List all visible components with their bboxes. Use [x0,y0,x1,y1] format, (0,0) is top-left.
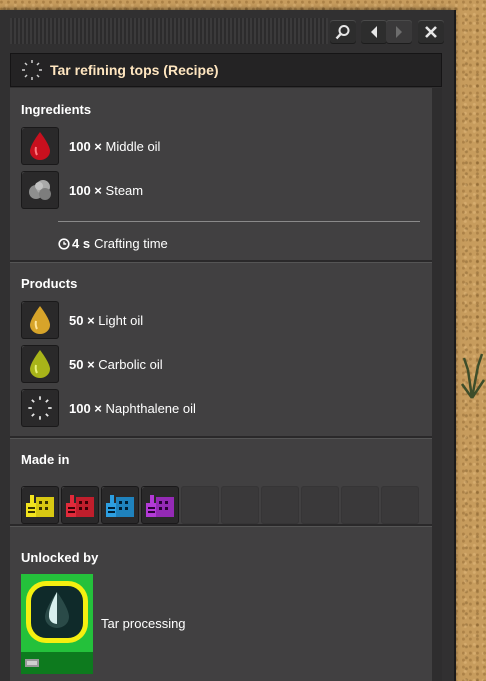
product-name: Carbolic oil [98,356,163,372]
ingredients-divider [58,221,420,222]
machine-slot[interactable] [101,486,139,524]
empty-machine-slot [181,486,219,524]
refinery-red-icon [66,495,94,517]
close-icon [425,26,437,38]
refinery-yellow-icon [26,495,54,517]
ingredient-name: Middle oil [105,138,161,154]
machine-slot[interactable] [61,486,99,524]
ingredient-amount: 100 × [69,182,102,198]
product-row[interactable]: 100 × Naphthalene oil [21,388,196,428]
scrollbar[interactable] [432,88,442,681]
ingredient-slot[interactable] [21,127,59,165]
light-oil-icon [30,306,50,334]
product-slot[interactable] [21,389,59,427]
tar-processing-icon [26,581,88,643]
crafting-time-label: Crafting time [94,236,168,251]
carbolic-oil-icon [30,350,50,378]
product-row[interactable]: 50 × Light oil [21,300,143,340]
recipe-window: Tar refining tops (Recipe) Ingredients 1… [0,10,454,681]
empty-machine-slot [341,486,379,524]
technology-card[interactable] [21,574,93,674]
products-section: Products 50 × Light oil 50 × Carbolic oi… [10,262,432,438]
technology-name[interactable]: Tar processing [101,616,186,631]
machine-slot[interactable] [21,486,59,524]
forward-button[interactable] [386,20,412,44]
product-name: Light oil [98,312,144,328]
ingredient-name: Steam [105,182,144,198]
product-amount: 100 × [69,400,102,416]
product-slot[interactable] [21,301,59,339]
ingredients-heading: Ingredients [21,102,92,117]
made-in-heading: Made in [21,452,70,467]
ingredients-section: Ingredients 100 × Middle oil 100 × Steam… [10,88,432,262]
empty-machine-slot [301,486,339,524]
machine-list [21,486,419,524]
ingredient-row[interactable]: 100 × Steam [21,170,143,210]
crafting-time: 4 s Crafting time [58,236,168,251]
research-pack-icon [25,659,39,667]
product-name: Naphthalene oil [105,400,196,416]
clock-icon [58,237,70,250]
product-amount: 50 × [69,356,95,372]
window-drag-handle[interactable] [10,18,328,44]
search-icon [335,25,350,40]
back-arrow-icon [371,26,377,38]
product-amount: 50 × [69,312,95,328]
recipe-content: Ingredients 100 × Middle oil 100 × Steam… [10,88,433,681]
naphthalene-oil-icon [28,396,52,420]
refinery-purple-icon [146,495,174,517]
crafting-time-value: 4 s [72,236,91,251]
plant-decoration [460,353,486,399]
unlocked-by-heading: Unlocked by [21,550,99,565]
middle-oil-icon [30,132,50,160]
naphthalene-oil-icon [22,60,42,80]
empty-machine-slot [261,486,299,524]
empty-machine-slot [221,486,259,524]
product-row[interactable]: 50 × Carbolic oil [21,344,163,384]
ingredient-row[interactable]: 100 × Middle oil [21,126,160,166]
close-button[interactable] [418,20,444,44]
back-button[interactable] [361,20,387,44]
forward-arrow-icon [396,26,402,38]
technology-card-footer [21,652,93,674]
products-heading: Products [21,276,78,291]
empty-machine-slot [381,486,419,524]
machine-slot[interactable] [141,486,179,524]
search-button[interactable] [330,20,356,44]
ingredient-slot[interactable] [21,171,59,209]
product-slot[interactable] [21,345,59,383]
steam-icon [29,180,51,200]
recipe-header: Tar refining tops (Recipe) [10,53,442,87]
window-title: Tar refining tops (Recipe) [50,62,219,78]
refinery-blue-icon [106,495,134,517]
ingredient-amount: 100 × [69,138,102,154]
